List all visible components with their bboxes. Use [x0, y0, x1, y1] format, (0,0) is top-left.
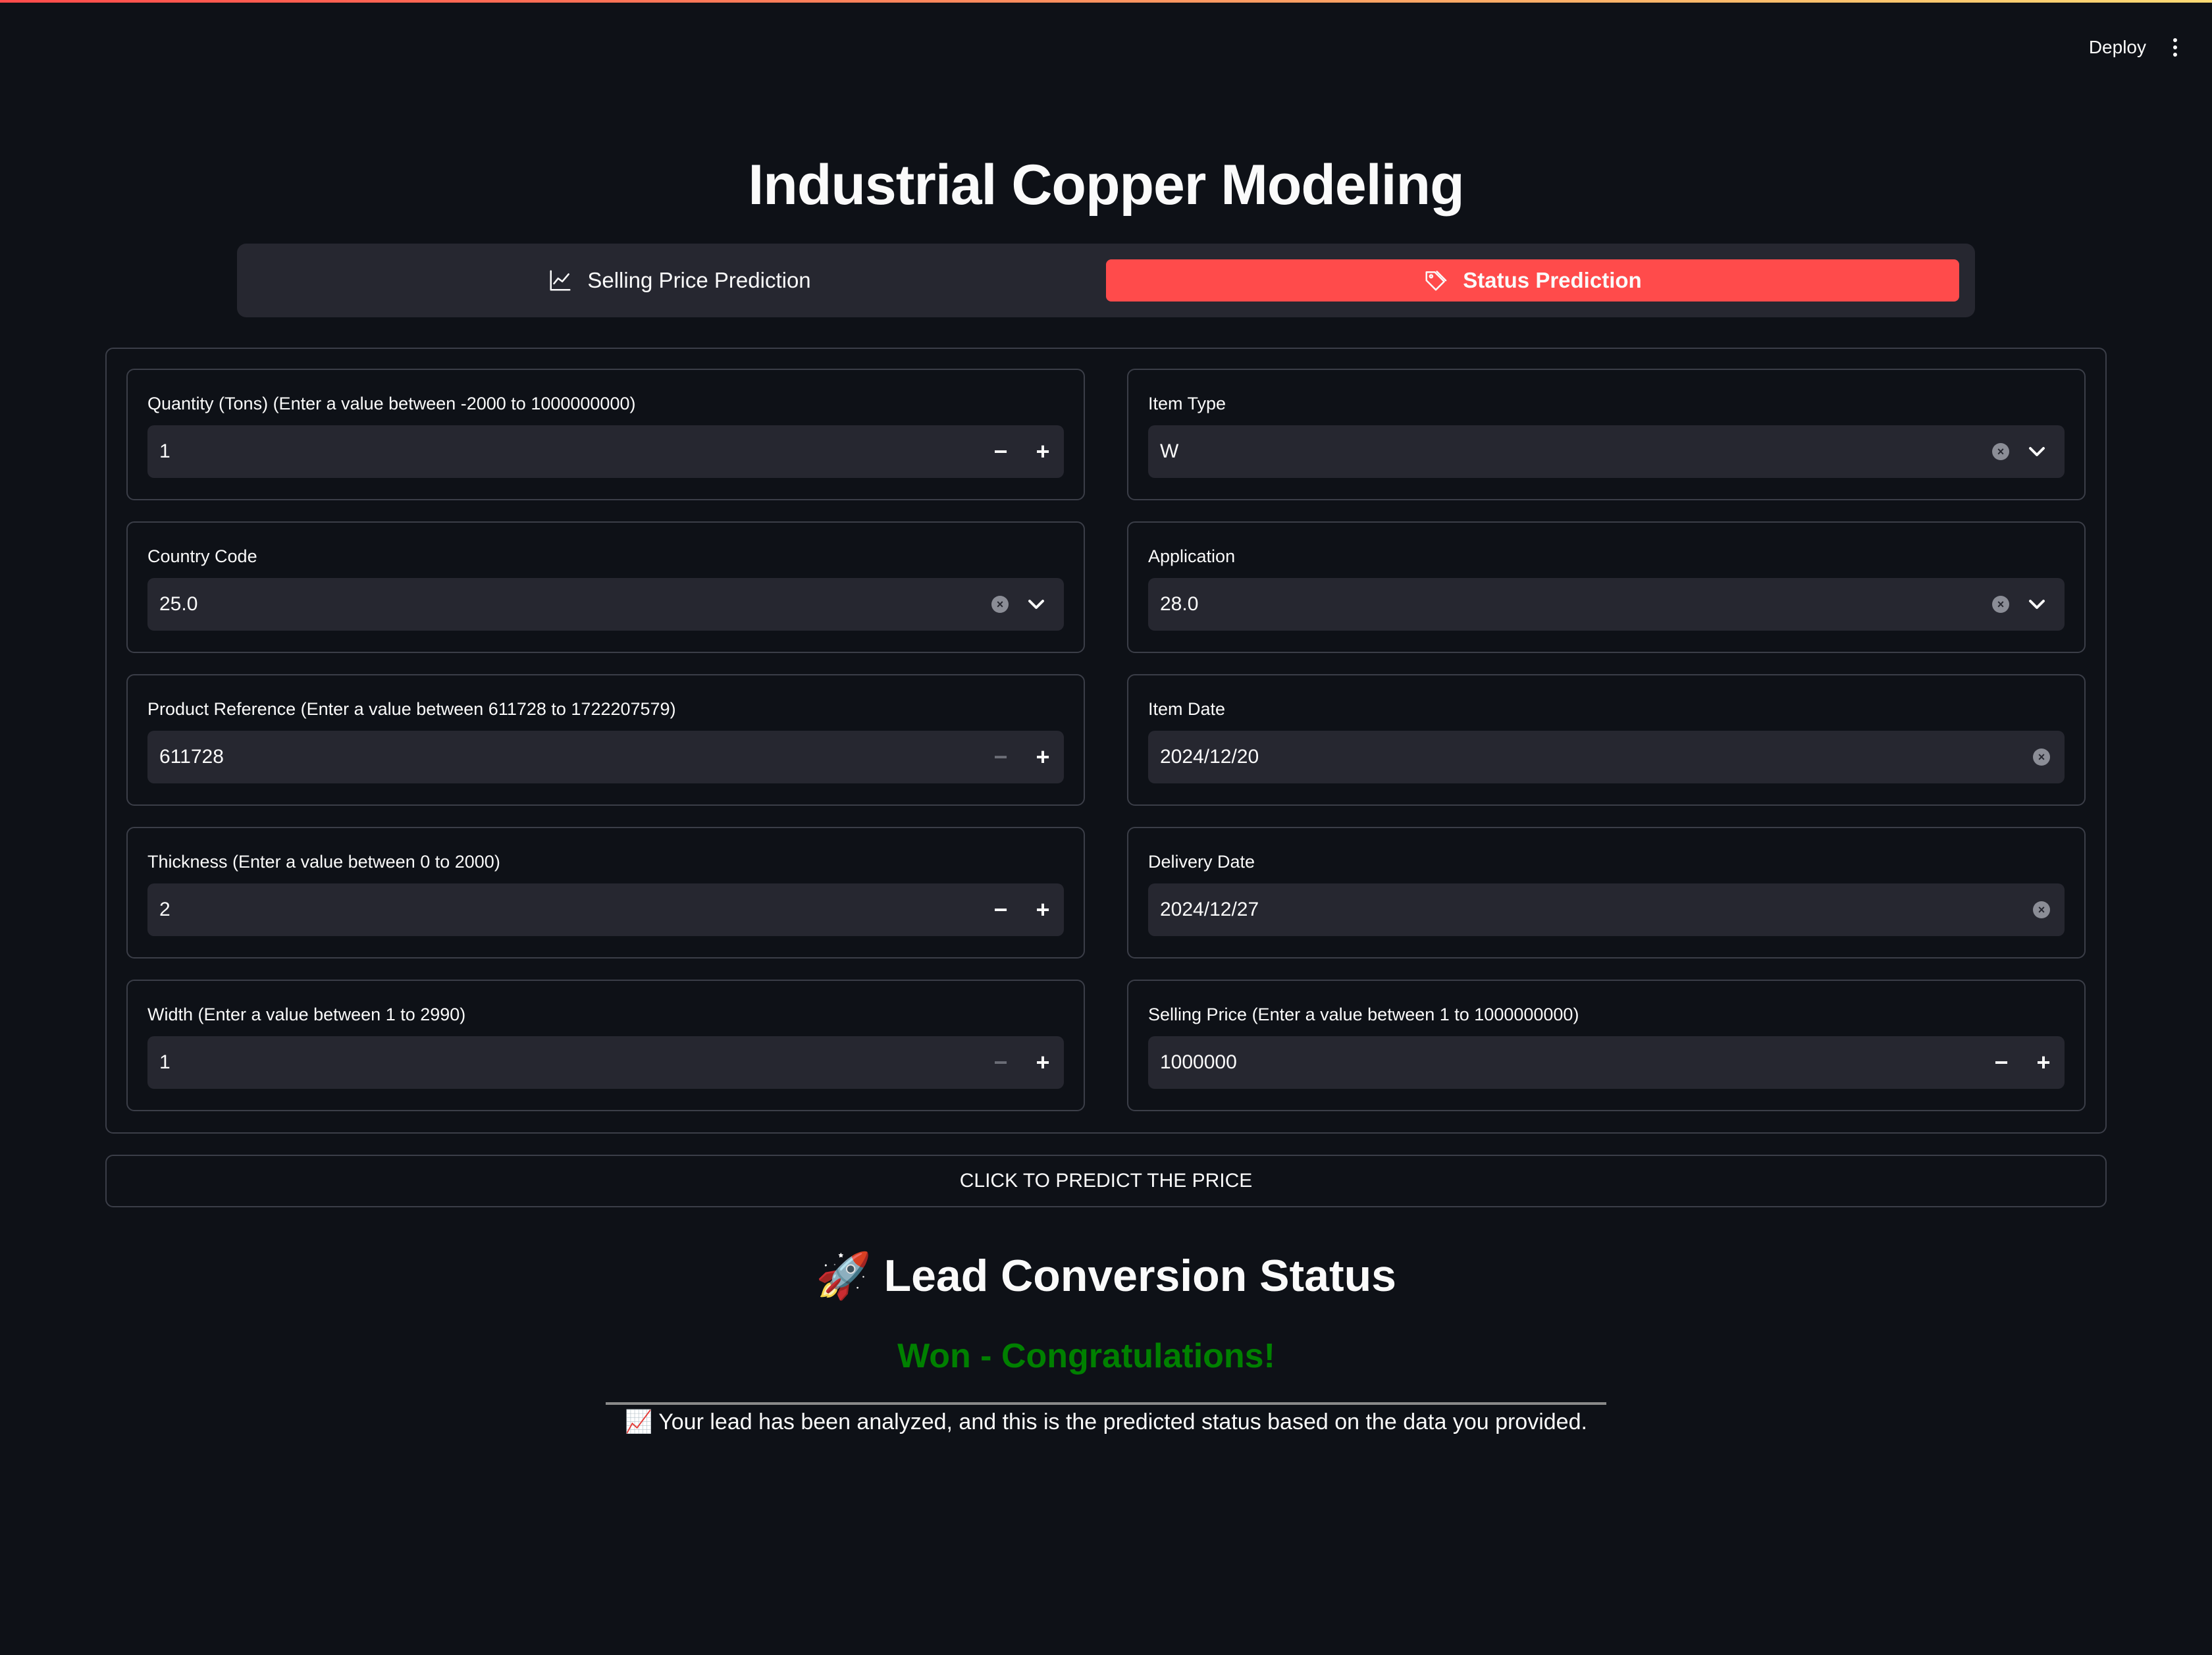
- quantity-field: Quantity (Tons) (Enter a value between -…: [126, 369, 1085, 500]
- country-code-value: 25.0: [159, 593, 198, 615]
- divider: [606, 1402, 1606, 1405]
- application-value: 28.0: [1160, 593, 1199, 615]
- item-type-label: Item Type: [1148, 394, 1226, 413]
- item-date-label: Item Date: [1148, 699, 1226, 719]
- predict-button[interactable]: CLICK TO PREDICT THE PRICE: [105, 1155, 2107, 1207]
- product-reference-field: Product Reference (Enter a value between…: [126, 674, 1085, 806]
- tab-label: Status Prediction: [1463, 268, 1642, 292]
- deploy-button[interactable]: Deploy: [2085, 30, 2150, 65]
- increment-button[interactable]: +: [2022, 1036, 2065, 1089]
- page-title: Industrial Copper Modeling: [748, 153, 1464, 217]
- clear-icon[interactable]: ×: [1992, 443, 2009, 460]
- tag-icon: [1425, 271, 1447, 291]
- delivery-date-input[interactable]: 2024/12/27: [1148, 899, 2033, 921]
- quantity-input[interactable]: 1: [147, 440, 980, 463]
- delivery-date-label: Delivery Date: [1148, 852, 1255, 872]
- decrement-button[interactable]: −: [980, 1036, 1022, 1089]
- application-label: Application: [1148, 546, 1236, 566]
- tab-bar: Selling Price Prediction Status Predicti…: [237, 244, 1975, 317]
- increment-button[interactable]: +: [1022, 425, 1064, 478]
- quantity-label: Quantity (Tons) (Enter a value between -…: [147, 394, 636, 413]
- thickness-input[interactable]: 2: [147, 899, 980, 921]
- decrement-button[interactable]: −: [1980, 1036, 2022, 1089]
- chevron-down-icon[interactable]: [1023, 591, 1049, 617]
- product-reference-label: Product Reference (Enter a value between…: [147, 699, 676, 719]
- result-title: 🚀 Lead Conversion Status: [816, 1251, 1396, 1301]
- increment-button[interactable]: +: [1022, 1036, 1064, 1089]
- country-code-select[interactable]: 25.0 ×: [147, 578, 1064, 631]
- tab-selling-price-prediction[interactable]: Selling Price Prediction: [253, 259, 1106, 302]
- selling-price-input[interactable]: 1000000: [1148, 1051, 1980, 1074]
- item-type-select[interactable]: W ×: [1148, 425, 2065, 478]
- tab-status-prediction[interactable]: Status Prediction: [1106, 259, 1959, 302]
- item-date-field: Item Date 2024/12/20 ×: [1127, 674, 2086, 806]
- clear-icon[interactable]: ×: [2033, 749, 2050, 766]
- main-menu-icon[interactable]: [2162, 34, 2188, 61]
- clear-icon[interactable]: ×: [991, 596, 1009, 613]
- increment-button[interactable]: +: [1022, 883, 1064, 936]
- clear-icon[interactable]: ×: [2033, 901, 2050, 918]
- tab-label: Selling Price Prediction: [587, 268, 811, 292]
- country-code-label: Country Code: [147, 546, 257, 566]
- increment-button[interactable]: +: [1022, 731, 1064, 783]
- chart-line-icon: [550, 270, 571, 291]
- decrement-button[interactable]: −: [980, 883, 1022, 936]
- thickness-label: Thickness (Enter a value between 0 to 20…: [147, 852, 500, 872]
- result-note: 📈 Your lead has been analyzed, and this …: [625, 1409, 1587, 1434]
- product-reference-input[interactable]: 611728: [147, 746, 980, 768]
- selling-price-label: Selling Price (Enter a value between 1 t…: [1148, 1005, 1579, 1024]
- item-type-field: Item Type W ×: [1127, 369, 2086, 500]
- width-label: Width (Enter a value between 1 to 2990): [147, 1005, 466, 1024]
- top-accent-bar: [0, 0, 2212, 3]
- width-field: Width (Enter a value between 1 to 2990) …: [126, 980, 1085, 1111]
- selling-price-field: Selling Price (Enter a value between 1 t…: [1127, 980, 2086, 1111]
- country-code-field: Country Code 25.0 ×: [126, 521, 1085, 653]
- decrement-button[interactable]: −: [980, 425, 1022, 478]
- thickness-field: Thickness (Enter a value between 0 to 20…: [126, 827, 1085, 959]
- width-input[interactable]: 1: [147, 1051, 980, 1074]
- result-status: Won - Congratulations!: [897, 1337, 1275, 1375]
- decrement-button[interactable]: −: [980, 731, 1022, 783]
- chevron-down-icon[interactable]: [2024, 591, 2050, 617]
- item-date-input[interactable]: 2024/12/20: [1148, 746, 2033, 768]
- application-field: Application 28.0 ×: [1127, 521, 2086, 653]
- clear-icon[interactable]: ×: [1992, 596, 2009, 613]
- chevron-down-icon[interactable]: [2024, 438, 2050, 465]
- item-type-value: W: [1160, 440, 1179, 462]
- application-select[interactable]: 28.0 ×: [1148, 578, 2065, 631]
- delivery-date-field: Delivery Date 2024/12/27 ×: [1127, 827, 2086, 959]
